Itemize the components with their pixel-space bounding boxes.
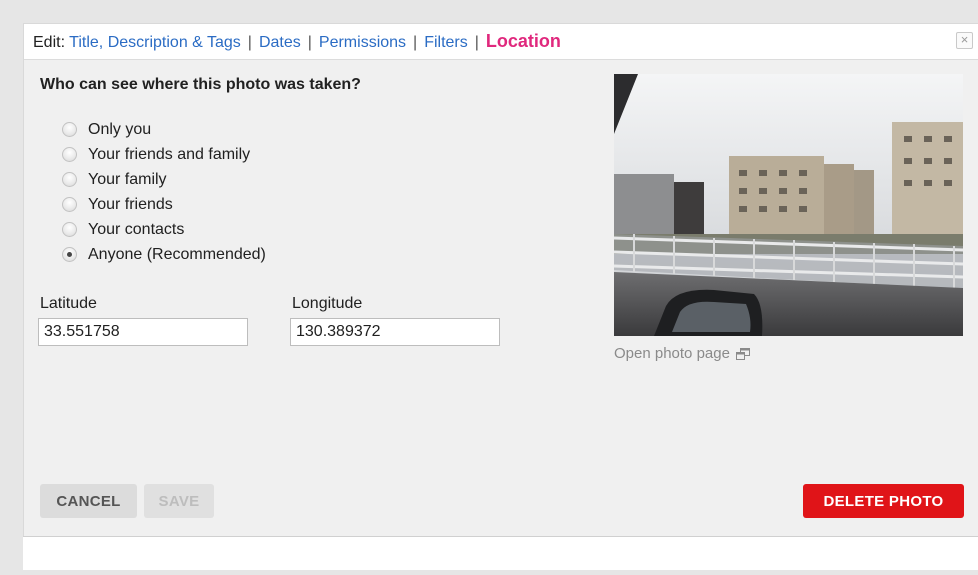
radio-label: Your friends and family xyxy=(88,145,251,163)
dialog-header: Edit: Title, Description & Tags | Dates | Pe… xyxy=(24,24,978,60)
radio-option-contacts[interactable]: Your contacts xyxy=(62,217,266,242)
open-photo-page-link[interactable]: Open photo page xyxy=(614,345,750,362)
radio-button[interactable] xyxy=(62,222,77,237)
radio-label: Your family xyxy=(88,170,167,188)
longitude-input[interactable]: 130.389372 xyxy=(290,318,500,346)
radio-option-only-you[interactable]: Only you xyxy=(62,117,266,142)
radio-option-friends[interactable]: Your friends xyxy=(62,192,266,217)
tab-permissions[interactable]: Permissions xyxy=(319,34,406,51)
footer-bar xyxy=(23,536,978,570)
external-window-icon xyxy=(735,347,750,360)
tab-separator: | xyxy=(474,34,479,51)
tab-dates[interactable]: Dates xyxy=(259,34,301,51)
radio-button[interactable] xyxy=(62,147,77,162)
radio-option-anyone[interactable]: Anyone (Recommended) xyxy=(62,242,266,267)
edit-photo-dialog: Edit: Title, Description & Tags | Dates | Pe… xyxy=(23,23,978,536)
tab-separator: | xyxy=(307,34,312,51)
radio-button[interactable] xyxy=(62,197,77,212)
edit-tabs: Edit: Title, Description & Tags | Dates | Pe… xyxy=(33,30,561,54)
radio-label: Your friends xyxy=(88,195,173,213)
latitude-input[interactable]: 33.551758 xyxy=(38,318,248,346)
latitude-label: Latitude xyxy=(40,295,97,312)
radio-button[interactable] xyxy=(62,122,77,137)
tab-separator: | xyxy=(413,34,418,51)
cancel-button[interactable]: CANCEL xyxy=(40,484,137,518)
location-question: Who can see where this photo was taken? xyxy=(40,76,361,93)
radio-button[interactable] xyxy=(62,172,77,187)
edit-label: Edit: xyxy=(33,34,66,51)
radio-button-selected[interactable] xyxy=(62,247,77,262)
tab-filters[interactable]: Filters xyxy=(424,34,468,51)
radio-option-friends-and-family[interactable]: Your friends and family xyxy=(62,142,266,167)
tab-title-description-tags[interactable]: Title, Description & Tags xyxy=(69,34,241,51)
location-privacy-options: Only you Your friends and family Your fa… xyxy=(62,117,266,267)
tab-location[interactable]: Location xyxy=(486,31,561,51)
radio-option-family[interactable]: Your family xyxy=(62,167,266,192)
save-button[interactable]: SAVE xyxy=(144,484,214,518)
close-icon[interactable]: × xyxy=(956,32,973,49)
radio-label: Only you xyxy=(88,120,152,138)
longitude-label: Longitude xyxy=(292,295,363,312)
photo-thumbnail[interactable] xyxy=(614,74,963,336)
open-photo-page-label: Open photo page xyxy=(614,345,730,362)
photo-image xyxy=(614,74,963,336)
radio-label: Your contacts xyxy=(88,220,185,238)
tab-separator: | xyxy=(247,34,252,51)
radio-label: Anyone (Recommended) xyxy=(88,245,266,263)
delete-photo-button[interactable]: DELETE PHOTO xyxy=(803,484,964,518)
